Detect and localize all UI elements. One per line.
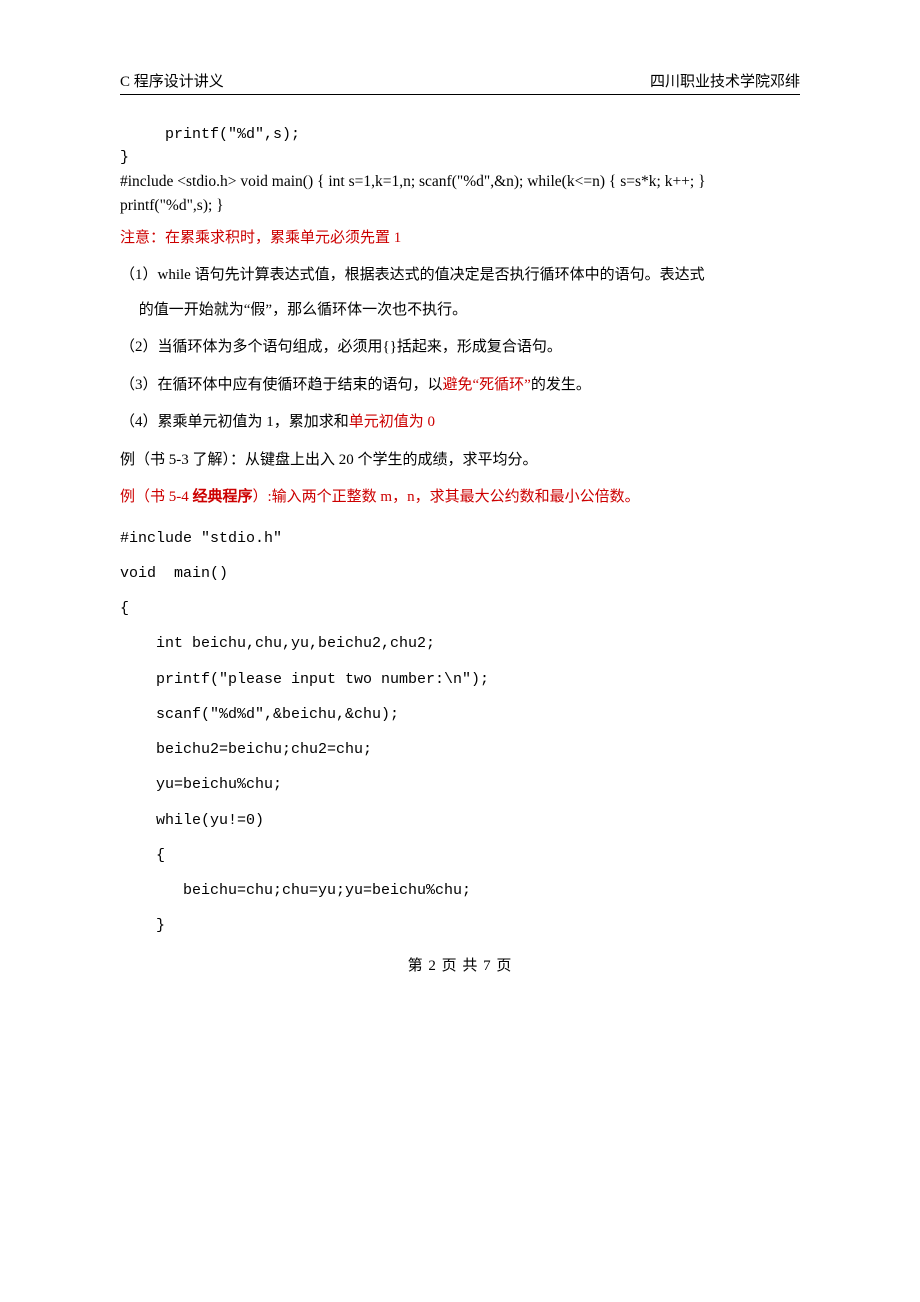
note-4: （4）累乘单元初值为 1，累加求和单元初值为 0 [120,405,800,440]
note-text-highlight: 避免“死循环” [443,377,531,393]
note-text: （4）累乘单元初值为 1，累加求和 [120,414,349,430]
code-line: yu=beichu%chu; [120,776,282,793]
code-line: { [120,600,129,617]
header-left: C 程序设计讲义 [120,70,224,91]
code-line: { [120,847,165,864]
note-3: （3）在循环体中应有使循环趋于结束的语句，以避免“死循环”的发生。 [120,368,800,403]
code-line: #include <stdio.h> [120,173,237,190]
page-header: C 程序设计讲义 四川职业技术学院邓绯 [120,70,800,95]
code-line: scanf("%d",&n); [419,173,523,190]
note-text: 的发生。 [531,377,591,393]
code-line: int s=1,k=1,n; [328,173,415,190]
ex54-text: ）:输入两个正整数 m，n，求其最大公约数和最小公倍数。 [253,489,640,505]
code-line: printf("please input two number:\n"); [120,671,489,688]
code-line: } [698,173,705,190]
ex54-bold: 经典程序 [193,489,253,505]
code-line: beichu=chu;chu=yu;yu=beichu%chu; [120,882,471,899]
example-5-3: 例（书 5-3 了解）：从键盘上出入 20 个学生的成绩，求平均分。 [120,443,800,478]
note-2: （2）当循环体为多个语句组成，必须用{}括起来，形成复合语句。 [120,330,800,365]
code-line: printf("%d",s); [120,126,300,143]
note-text: （3）在循环体中应有使循环趋于结束的语句，以 [120,377,443,393]
code-fragment-1: printf("%d",s); } [120,123,800,170]
code-line: void main() [240,173,313,190]
code-line: s=s*k; [620,173,661,190]
code-line: printf("%d",s); [120,197,212,214]
note-attention: 注意：在累乘求积时，累乘单元必须先置 1 [120,221,800,256]
code-line: { [609,173,616,190]
note-1: （1）while 语句先计算表达式值，根据表达式的值决定是否执行循环体中的语句。… [120,258,800,327]
note-text: 的值一开始就为“假”，那么循环体一次也不执行。 [120,302,467,318]
example-5-4: 例（书 5-4 经典程序）:输入两个正整数 m，n，求其最大公约数和最小公倍数。 [120,480,800,515]
code-line: } [216,197,223,214]
page-footer: 第 2 页 共 7 页 [120,954,800,975]
note-text-highlight: 单元初值为 0 [349,414,435,430]
code-line: void main() [120,565,228,582]
code-line: while(k<=n) [527,173,605,190]
ex54-text: 例（书 5-4 [120,489,193,505]
code-block-2: #include <stdio.h> void main() { int s=1… [120,170,800,218]
code-line: { [317,173,324,190]
code-line: } [120,917,165,934]
note-text: （1）while 语句先计算表达式值，根据表达式的值决定是否执行循环体中的语句。… [120,267,705,283]
code-line: while(yu!=0) [120,812,264,829]
code-line: int beichu,chu,yu,beichu2,chu2; [120,635,435,652]
code-line: scanf("%d%d",&beichu,&chu); [120,706,399,723]
code-line: #include "stdio.h" [120,530,282,547]
header-right: 四川职业技术学院邓绯 [650,70,800,91]
code-line: k++; [665,173,695,190]
code-block-3: #include "stdio.h" void main() { int bei… [120,521,800,944]
code-line: beichu2=beichu;chu2=chu; [120,741,372,758]
code-line: } [120,149,129,166]
